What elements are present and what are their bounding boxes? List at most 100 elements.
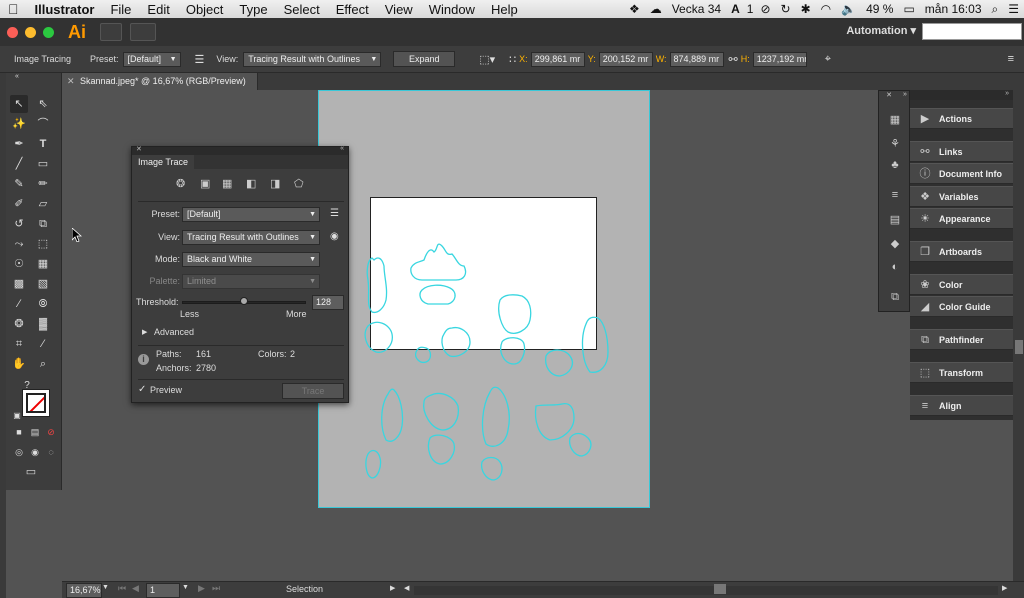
stroke-color-swatch[interactable] bbox=[26, 393, 46, 413]
screen-mode-icon[interactable]: ▭ bbox=[22, 463, 40, 481]
menu-view[interactable]: View bbox=[377, 2, 421, 17]
paintbrush-tool-icon[interactable]: ✎ bbox=[10, 175, 28, 193]
symbol-sprayer-tool-icon[interactable]: ❂ bbox=[10, 315, 28, 333]
reference-point-icon[interactable]: ∷ bbox=[509, 53, 516, 66]
mesh-tool-icon[interactable]: ▩ bbox=[10, 275, 28, 293]
perspective-grid-tool-icon[interactable]: ▦ bbox=[34, 255, 52, 273]
sync-icon[interactable]: ↻ bbox=[776, 2, 796, 16]
scroll-left-icon[interactable]: ◀ bbox=[404, 584, 409, 592]
magic-wand-tool-icon[interactable]: ✨ bbox=[10, 115, 28, 133]
constrain-proportions-icon[interactable]: ⚯ bbox=[729, 53, 738, 66]
panel-color[interactable]: ❀ Color bbox=[910, 274, 1013, 295]
document-tab[interactable]: ✕ Skannad.jpeg* @ 16,67% (RGB/Preview) bbox=[62, 73, 258, 90]
panel-actions[interactable]: ▶ Actions bbox=[910, 108, 1013, 129]
transform-icon[interactable]: ⌖ bbox=[825, 53, 831, 66]
close-panel-icon[interactable]: ✕ bbox=[136, 145, 142, 153]
weather-icon[interactable]: ☁ bbox=[645, 2, 667, 16]
image-trace-icon[interactable]: ⧉ bbox=[887, 291, 903, 305]
last-artboard-icon[interactable]: ⏭ bbox=[212, 583, 220, 594]
menu-help[interactable]: Help bbox=[483, 2, 526, 17]
x-field[interactable]: 299,861 mr bbox=[530, 51, 585, 67]
close-tab-icon[interactable]: ✕ bbox=[67, 73, 75, 90]
blend-tool-icon[interactable]: ⦾ bbox=[34, 295, 52, 313]
battery-icon[interactable]: ▭ bbox=[898, 2, 919, 16]
grayscale-icon[interactable]: ◧ bbox=[246, 177, 256, 190]
preview-checkbox[interactable]: ✓ bbox=[138, 384, 146, 395]
type-tool-icon[interactable]: T bbox=[34, 135, 52, 153]
artboard-tool-icon[interactable]: ⌗ bbox=[10, 335, 28, 353]
menu-file[interactable]: File bbox=[102, 2, 139, 17]
spotlight-icon[interactable]: ⌕ bbox=[987, 2, 1004, 17]
low-color-icon[interactable]: ▦ bbox=[222, 177, 232, 190]
advanced-row[interactable]: ▶ Advanced bbox=[132, 327, 350, 343]
menu-type[interactable]: Type bbox=[231, 2, 275, 17]
menu-select[interactable]: Select bbox=[276, 2, 328, 17]
status-menu-icon[interactable]: ▶ bbox=[390, 584, 395, 592]
arrange-documents-button[interactable] bbox=[130, 23, 156, 41]
close-dock-icon[interactable]: ✕ bbox=[881, 91, 897, 105]
panel-links[interactable]: ⚯ Links bbox=[910, 141, 1013, 162]
outline-icon[interactable]: ⬠ bbox=[294, 177, 304, 190]
high-color-icon[interactable]: ▣ bbox=[200, 177, 210, 190]
trace-button[interactable]: Trace bbox=[282, 383, 344, 399]
none-mode-icon[interactable]: ⊘ bbox=[42, 423, 60, 441]
zoom-tool-icon[interactable]: ⌕ bbox=[34, 355, 52, 373]
collapse-tools-icon[interactable]: « bbox=[8, 73, 26, 81]
prev-artboard-icon[interactable]: ◀ bbox=[132, 583, 139, 594]
selection-tool-icon[interactable]: ↖ bbox=[10, 95, 28, 113]
image-trace-tab[interactable]: Image Trace bbox=[132, 155, 195, 169]
h-field[interactable]: 1237,192 mr bbox=[752, 51, 807, 67]
blob-brush-tool-icon[interactable]: ✐ bbox=[10, 195, 28, 213]
pencil-tool-icon[interactable]: ✏ bbox=[34, 175, 52, 193]
pen-tool-icon[interactable]: ✒ bbox=[10, 135, 28, 153]
shape-builder-tool-icon[interactable]: ☉ bbox=[10, 255, 28, 273]
gradient-tool-icon[interactable]: ▧ bbox=[34, 275, 52, 293]
lasso-tool-icon[interactable]: ⌒ bbox=[34, 115, 52, 133]
zoom-window-button[interactable] bbox=[43, 26, 54, 38]
hand-tool-icon[interactable]: ✋ bbox=[10, 355, 28, 373]
slice-tool-icon[interactable]: ⁄ bbox=[34, 335, 52, 353]
w-field[interactable]: 874,889 mr bbox=[669, 51, 724, 67]
horizontal-scrollbar[interactable] bbox=[414, 586, 998, 595]
panel-transform[interactable]: ⬚ Transform bbox=[910, 362, 1013, 383]
eyedropper-tool-icon[interactable]: ∕ bbox=[10, 295, 28, 313]
line-tool-icon[interactable]: ╱ bbox=[10, 155, 28, 173]
control-panel-name[interactable]: Image Tracing bbox=[14, 54, 86, 64]
preset-dropdown[interactable]: [Default] ▼ bbox=[122, 51, 181, 67]
preview-label[interactable]: Preview bbox=[150, 385, 182, 395]
preset-options-icon[interactable]: ☰ bbox=[195, 53, 205, 66]
collapse-panel-icon[interactable]: « bbox=[340, 145, 344, 152]
panel-variables[interactable]: ❖ Variables bbox=[910, 186, 1013, 207]
direct-selection-tool-icon[interactable]: ⇖ bbox=[34, 95, 52, 113]
preset-dropdown[interactable]: [Default] ▼ bbox=[182, 207, 320, 222]
notification-icon[interactable]: ⊘ bbox=[755, 2, 775, 16]
black-white-icon[interactable]: ◨ bbox=[270, 177, 280, 190]
panel-artboards[interactable]: ❐ Artboards bbox=[910, 241, 1013, 262]
minimize-window-button[interactable] bbox=[25, 26, 36, 38]
artboard-number-field[interactable]: 1 bbox=[146, 583, 180, 598]
brushes-icon[interactable]: ⚘ bbox=[887, 137, 903, 151]
next-artboard-icon[interactable]: ▶ bbox=[198, 583, 205, 594]
control-bar-menu-icon[interactable]: ≡ bbox=[1008, 53, 1014, 65]
menu-edit[interactable]: Edit bbox=[139, 2, 177, 17]
menu-object[interactable]: Object bbox=[178, 2, 232, 17]
bridge-button[interactable] bbox=[100, 23, 122, 41]
vertical-scrollbar[interactable] bbox=[1013, 90, 1024, 581]
stroke-icon[interactable]: ≡ bbox=[887, 189, 903, 203]
column-graph-tool-icon[interactable]: ▓ bbox=[34, 315, 52, 333]
horizontal-scroll-thumb[interactable] bbox=[714, 584, 726, 594]
threshold-field[interactable]: 128 bbox=[312, 295, 344, 310]
help-search-input[interactable] bbox=[922, 23, 1022, 40]
scroll-right-icon[interactable]: ▶ bbox=[1002, 584, 1007, 592]
week-indicator[interactable]: Vecka 34 bbox=[667, 2, 726, 16]
swatches-icon[interactable]: ▦ bbox=[887, 113, 903, 127]
scale-tool-icon[interactable]: ⧉ bbox=[34, 215, 52, 233]
notification-center-icon[interactable]: ☰ bbox=[1003, 2, 1024, 16]
apple-menu-icon[interactable]:  bbox=[0, 1, 27, 17]
menu-effect[interactable]: Effect bbox=[328, 2, 377, 17]
panel-color-guide[interactable]: ◢ Color Guide bbox=[910, 296, 1013, 317]
transparency-icon[interactable]: ◐ bbox=[887, 261, 903, 275]
rotate-tool-icon[interactable]: ↺ bbox=[10, 215, 28, 233]
first-artboard-icon[interactable]: ⏮ bbox=[118, 583, 126, 594]
gradient-icon[interactable]: ▤ bbox=[887, 213, 903, 227]
